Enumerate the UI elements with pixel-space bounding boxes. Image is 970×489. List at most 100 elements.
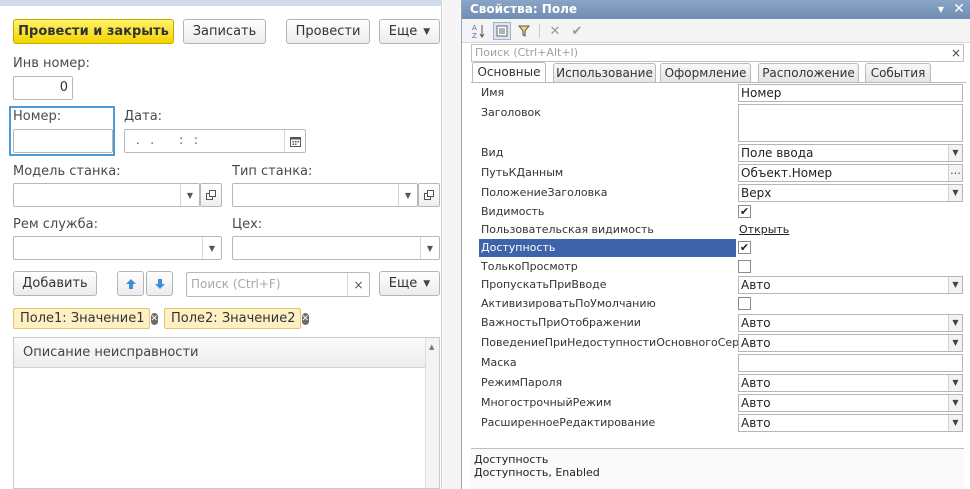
toolbar-divider xyxy=(539,24,540,38)
properties-toolbar: AZ ✕ ✔ xyxy=(462,19,970,43)
prop-default-control-label: АктивизироватьПоУмолчанию xyxy=(481,297,656,310)
chevron-down-icon[interactable]: ▼ xyxy=(948,395,962,411)
sort-alpha-icon[interactable]: AZ xyxy=(470,22,488,40)
table-scrollbar[interactable]: ▲ xyxy=(425,338,439,488)
prop-datapath-field[interactable]: Объект.Номер… xyxy=(738,164,963,182)
scroll-up-icon[interactable]: ▲ xyxy=(429,343,434,351)
repair-service-field[interactable]: ▼ xyxy=(13,236,222,260)
tab-main[interactable]: Основные xyxy=(472,62,546,83)
prop-password-mode-select[interactable]: Авто ▼ xyxy=(738,374,963,392)
write-button[interactable]: Записать xyxy=(183,19,266,44)
tab-usage[interactable]: Использование xyxy=(553,63,656,82)
prop-title-position-select[interactable]: Верх ▼ xyxy=(738,184,963,202)
prop-password-mode-value: Авто xyxy=(741,376,771,390)
machine-model-field[interactable]: ▼ xyxy=(13,183,200,207)
properties-titlebar: Свойства: Поле ▼ ✕ xyxy=(462,0,970,19)
chevron-down-icon[interactable]: ▼ xyxy=(948,277,962,293)
properties-panel: Свойства: Поле ▼ ✕ AZ ✕ ✔ Поиск (Ctrl+Al… xyxy=(461,0,970,489)
prop-datapath-label: ПутьКДанным xyxy=(481,166,564,179)
prop-kind-select[interactable]: Поле ввода ▼ xyxy=(738,144,963,162)
date-label: Дата: xyxy=(124,109,163,124)
number-field[interactable] xyxy=(13,129,113,153)
prop-skip-on-input-select[interactable]: Авто ▼ xyxy=(738,276,963,294)
chevron-down-icon[interactable]: ▼ xyxy=(948,145,962,161)
post-and-close-button[interactable]: Провести и закрыть xyxy=(13,19,174,44)
chevron-down-icon[interactable]: ▼ xyxy=(420,237,439,259)
prop-user-visibility-link[interactable]: Открыть xyxy=(739,221,789,239)
prop-title-position-value: Верх xyxy=(741,186,772,200)
prop-visible-checkbox[interactable]: ✔ xyxy=(738,205,751,218)
prop-enabled-label[interactable]: Доступность xyxy=(479,239,736,257)
prop-server-unavailable-value: Авто xyxy=(741,336,771,350)
prop-password-mode-label: РежимПароля xyxy=(481,376,563,389)
table-more-label: Еще xyxy=(388,276,418,291)
more-actions-label: Еще xyxy=(388,24,418,39)
add-row-button[interactable]: Добавить xyxy=(13,271,97,296)
close-icon[interactable]: ✕ xyxy=(301,312,310,325)
workshop-field[interactable]: ▼ xyxy=(232,236,440,260)
ellipsis-icon[interactable]: … xyxy=(948,165,962,181)
filter-icon[interactable] xyxy=(515,22,533,40)
prop-multiline-select[interactable]: Авто ▼ xyxy=(738,394,963,412)
prop-skip-on-input-label: ПропускатьПриВводе xyxy=(481,278,607,291)
clear-icon[interactable]: × xyxy=(951,45,961,61)
open-icon[interactable] xyxy=(418,183,440,207)
chevron-down-icon[interactable]: ▼ xyxy=(933,0,949,19)
workshop-label: Цех: xyxy=(232,217,263,232)
date-field[interactable]: . . : : xyxy=(124,129,306,153)
chevron-down-icon[interactable]: ▼ xyxy=(948,335,962,351)
calendar-icon[interactable] xyxy=(284,130,305,152)
move-up-icon[interactable] xyxy=(117,271,144,296)
filter-tag-2[interactable]: Поле2: Значение2 ✕ xyxy=(164,308,310,329)
prop-enabled-checkbox[interactable]: ✔ xyxy=(738,241,751,254)
tab-appearance[interactable]: Оформление xyxy=(660,63,751,82)
chevron-down-icon[interactable]: ▼ xyxy=(948,375,962,391)
chevron-down-icon[interactable]: ▼ xyxy=(948,185,962,201)
clear-icon[interactable]: × xyxy=(347,273,369,296)
prop-kind-value: Поле ввода xyxy=(741,146,814,160)
close-icon[interactable]: ✕ xyxy=(951,0,967,19)
inv-number-field[interactable]: 0 xyxy=(13,76,73,100)
prop-title-label: Заголовок xyxy=(481,106,541,119)
properties-title: Свойства: Поле xyxy=(470,2,578,16)
prop-mask-field[interactable] xyxy=(738,354,963,372)
prop-title-textarea[interactable] xyxy=(738,104,963,142)
malfunction-table[interactable]: Описание неисправности ▲ xyxy=(13,337,440,489)
prop-title-position-label: ПоложениеЗаголовка xyxy=(481,186,608,199)
prop-readonly-checkbox[interactable] xyxy=(738,260,751,273)
check-icon[interactable]: ✔ xyxy=(568,22,586,40)
prop-extended-edit-select[interactable]: Авто ▼ xyxy=(738,414,963,432)
post-button[interactable]: Провести xyxy=(286,19,370,44)
chevron-down-icon[interactable]: ▼ xyxy=(948,315,962,331)
filter-tag-1[interactable]: Поле1: Значение1 ✕ xyxy=(13,308,159,329)
prop-server-unavailable-select[interactable]: Авто ▼ xyxy=(738,334,963,352)
chevron-down-icon[interactable]: ▼ xyxy=(398,184,417,206)
cancel-icon[interactable]: ✕ xyxy=(546,22,564,40)
close-icon[interactable]: ✕ xyxy=(150,312,159,325)
prop-user-visibility-label: Пользовательская видимость xyxy=(481,223,654,236)
tab-events[interactable]: События xyxy=(865,63,931,82)
group-by-category-icon[interactable] xyxy=(493,22,511,40)
prop-extended-edit-label: РасширенноеРедактирование xyxy=(481,416,656,429)
tab-layout[interactable]: Расположение xyxy=(758,63,859,82)
chevron-down-icon[interactable]: ▼ xyxy=(180,184,199,206)
prop-mask-label: Маска xyxy=(481,356,517,369)
more-actions-button[interactable]: Еще ▼ xyxy=(379,19,440,44)
chevron-down-icon[interactable]: ▼ xyxy=(202,237,221,259)
machine-type-field[interactable]: ▼ xyxy=(232,183,418,207)
document-form: Провести и закрыть Записать Провести Еще… xyxy=(0,0,442,489)
move-down-icon[interactable] xyxy=(146,271,173,296)
prop-multiline-value: Авто xyxy=(741,396,771,410)
prop-name-field[interactable]: Номер xyxy=(738,84,963,102)
column-header-description[interactable]: Описание неисправности xyxy=(23,345,198,360)
prop-readonly-label: ТолькоПросмотр xyxy=(481,260,578,273)
open-icon[interactable] xyxy=(200,183,222,207)
table-search-input[interactable]: Поиск (Ctrl+F) × xyxy=(186,272,370,297)
prop-default-control-checkbox[interactable] xyxy=(738,297,751,310)
properties-search-input[interactable]: Поиск (Ctrl+Alt+I) × xyxy=(471,44,964,62)
prop-display-importance-select[interactable]: Авто ▼ xyxy=(738,314,963,332)
prop-server-unavailable-label: ПоведениеПриНедоступностиОсновногоСервер… xyxy=(481,336,767,349)
tab-divider xyxy=(471,82,966,83)
table-more-button[interactable]: Еще ▼ xyxy=(379,271,440,296)
chevron-down-icon[interactable]: ▼ xyxy=(948,415,962,431)
